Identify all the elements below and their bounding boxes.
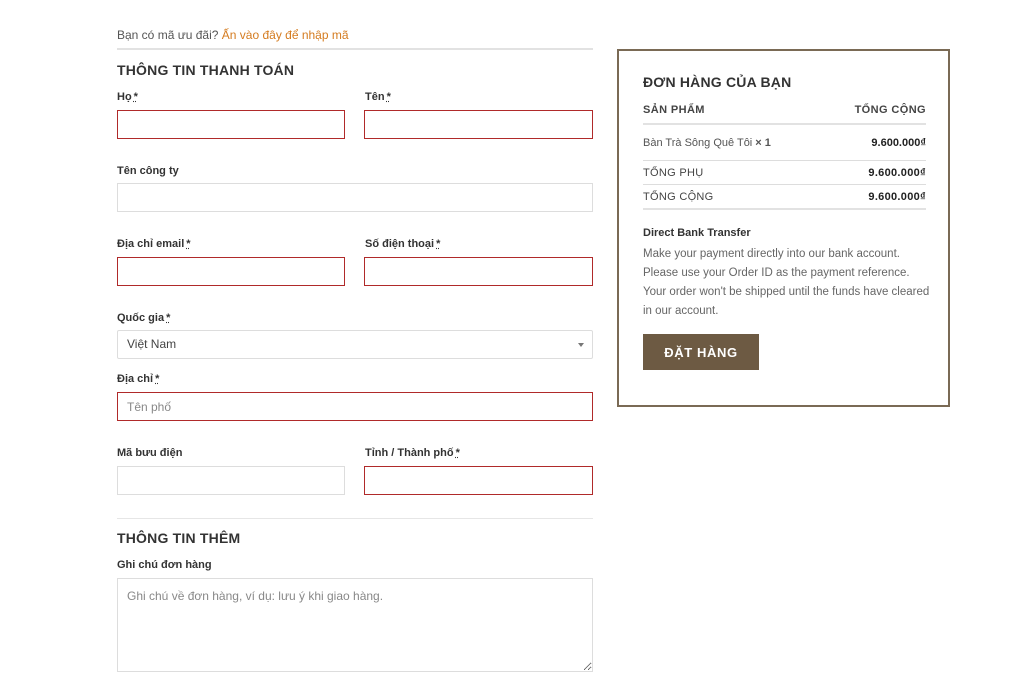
order-title: ĐƠN HÀNG CỦA BẠN [643, 74, 792, 90]
col-total: TỔNG CỘNG [854, 104, 926, 116]
place-order-button[interactable]: ĐẶT HÀNG [643, 334, 759, 370]
last-name-input[interactable] [117, 110, 345, 139]
city-input[interactable] [364, 466, 593, 495]
payment-method-description: Make your payment directly into our bank… [643, 248, 930, 317]
postcode-input[interactable] [117, 466, 345, 495]
country-label: Quốc gia * [117, 312, 171, 324]
postcode-label: Mã bưu điện [117, 447, 183, 459]
divider [117, 518, 593, 519]
company-input[interactable] [117, 183, 593, 212]
subtotal-value: 9.600.000₫ [868, 167, 926, 179]
divider [117, 48, 593, 50]
additional-title: THÔNG TIN THÊM [117, 530, 241, 546]
col-product: SẢN PHẨM [643, 104, 705, 116]
subtotal-row: TỔNG PHỤ 9.600.000₫ [643, 167, 926, 179]
order-table-header: SẢN PHẨM TỔNG CỘNG [643, 104, 926, 116]
order-item-row: Bàn Trà Sông Quê Tôi × 1 9.600.000₫ [643, 137, 926, 149]
divider [643, 123, 926, 125]
chevron-down-icon [578, 343, 584, 347]
billing-title: THÔNG TIN THANH TOÁN [117, 62, 295, 78]
coupon-link[interactable]: Ấn vào đây để nhập mã [222, 28, 349, 42]
country-value: Việt Nam [127, 337, 177, 351]
phone-input[interactable] [364, 257, 593, 286]
notes-label: Ghi chú đơn hàng [117, 559, 212, 571]
divider [643, 184, 926, 185]
item-qty: × 1 [755, 137, 771, 149]
divider [643, 208, 926, 210]
item-name: Bàn Trà Sông Quê Tôi [643, 137, 753, 149]
total-row: TỔNG CỘNG 9.600.000₫ [643, 191, 926, 203]
divider [643, 160, 926, 161]
coupon-prompt: Bạn có mã ưu đãi? [117, 28, 219, 42]
item-total: 9.600.000₫ [871, 137, 926, 149]
phone-label: Số điện thoại * [365, 238, 441, 250]
payment-method-title: Direct Bank Transfer [643, 227, 751, 239]
company-label: Tên công ty [117, 165, 179, 177]
subtotal-label: TỔNG PHỤ [643, 167, 704, 179]
city-label: Tỉnh / Thành phố * [365, 447, 460, 459]
order-notes-textarea[interactable] [117, 578, 593, 672]
address-input[interactable] [117, 392, 593, 421]
total-value: 9.600.000₫ [868, 191, 926, 203]
email-input[interactable] [117, 257, 345, 286]
order-review-box: ĐƠN HÀNG CỦA BẠN SẢN PHẨM TỔNG CỘNG Bàn … [617, 49, 950, 407]
coupon-notice: Bạn có mã ưu đãi? Ấn vào đây để nhập mã [117, 28, 349, 42]
first-name-label: Tên * [365, 91, 391, 103]
total-label: TỔNG CỘNG [643, 191, 714, 203]
first-name-input[interactable] [364, 110, 593, 139]
last-name-label: Họ * [117, 91, 138, 103]
email-label: Địa chỉ email * [117, 238, 191, 250]
country-select[interactable]: Việt Nam [117, 330, 593, 359]
address-label: Địa chỉ * [117, 373, 160, 385]
